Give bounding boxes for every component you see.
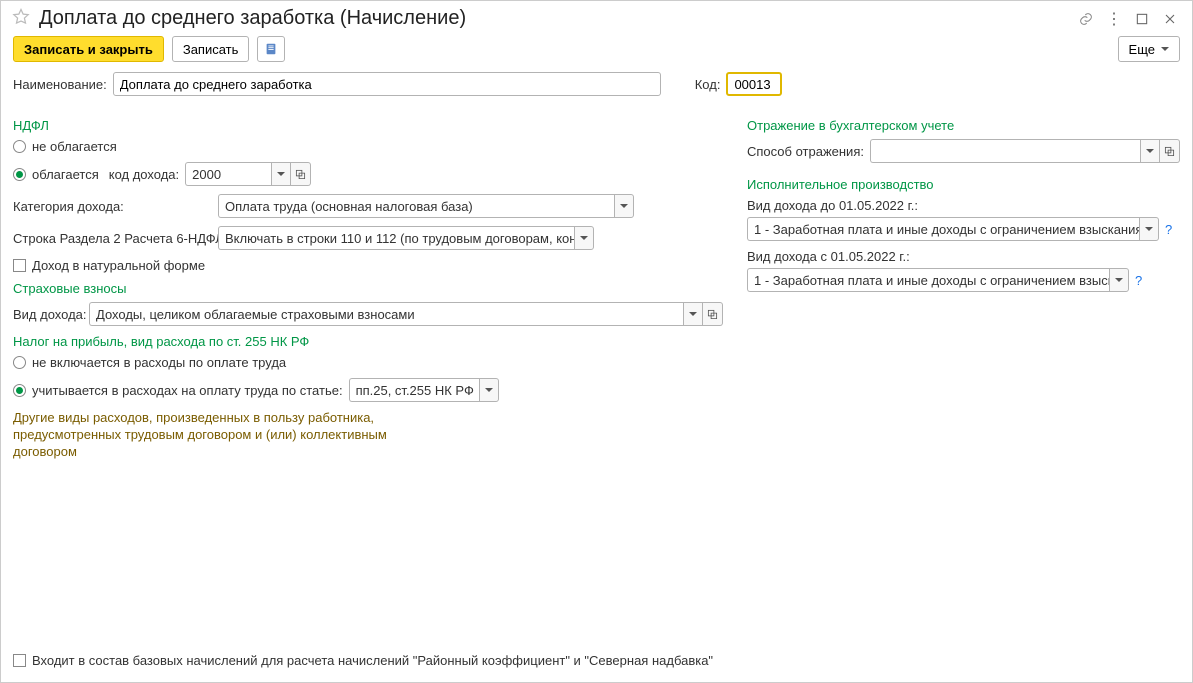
chevron-down-icon[interactable] bbox=[614, 194, 634, 218]
ndfl-category-value: Оплата труда (основная налоговая база) bbox=[218, 194, 614, 218]
enf-before-label: Вид дохода до 01.05.2022 г.: bbox=[747, 198, 918, 213]
enf-section-title: Исполнительное производство bbox=[747, 177, 1180, 192]
ndfl-row2-value: Включать в строки 110 и 112 (по трудовым… bbox=[218, 226, 574, 250]
sv-kind-combo[interactable]: Доходы, целиком облагаемые страховыми вз… bbox=[89, 302, 723, 326]
base-accruals-checkbox[interactable]: Входит в состав базовых начислений для р… bbox=[13, 653, 713, 668]
ndfl-category-label: Категория дохода: bbox=[13, 199, 218, 214]
ndfl-code-label: код дохода: bbox=[109, 167, 179, 182]
ndfl-category-combo[interactable]: Оплата труда (основная налоговая база) bbox=[218, 194, 634, 218]
help-icon[interactable]: ? bbox=[1165, 222, 1172, 237]
ndfl-code-combo[interactable]: 2000 bbox=[185, 162, 311, 186]
ndfl-none-label: не облагается bbox=[32, 139, 117, 154]
more-button[interactable]: Еще bbox=[1118, 36, 1180, 62]
open-ref-icon[interactable] bbox=[703, 302, 723, 326]
chevron-down-icon[interactable] bbox=[479, 378, 499, 402]
ndfl-row2-combo[interactable]: Включать в строки 110 и 112 (по трудовым… bbox=[218, 226, 594, 250]
ndfl-code-value: 2000 bbox=[185, 162, 271, 186]
enf-after-label: Вид дохода с 01.05.2022 г.: bbox=[747, 249, 910, 264]
report-button[interactable] bbox=[257, 36, 285, 62]
ndfl-natural-checkbox[interactable]: Доход в натуральной форме bbox=[13, 258, 205, 273]
np-section-title: Налог на прибыль, вид расхода по ст. 255… bbox=[13, 334, 723, 349]
open-ref-icon[interactable] bbox=[291, 162, 311, 186]
name-input[interactable] bbox=[113, 72, 661, 96]
chevron-down-icon[interactable] bbox=[1140, 139, 1160, 163]
chevron-down-icon[interactable] bbox=[574, 226, 594, 250]
acc-section-title: Отражение в бухгалтерском учете bbox=[747, 118, 1180, 133]
ndfl-row2-label: Строка Раздела 2 Расчета 6-НДФЛ: bbox=[13, 231, 218, 246]
close-icon[interactable] bbox=[1162, 11, 1178, 27]
window-title: Доплата до среднего заработка (Начислени… bbox=[39, 7, 1078, 30]
np-include-radio[interactable]: учитывается в расходах на оплату труда п… bbox=[13, 383, 343, 398]
chevron-down-icon[interactable] bbox=[683, 302, 703, 326]
ndfl-natural-label: Доход в натуральной форме bbox=[32, 258, 205, 273]
open-ref-icon[interactable] bbox=[1160, 139, 1180, 163]
chevron-down-icon[interactable] bbox=[271, 162, 291, 186]
np-note: Другие виды расходов, произведенных в по… bbox=[13, 410, 393, 461]
acc-method-label: Способ отражения: bbox=[747, 144, 864, 159]
np-article-value: пп.25, ст.255 НК РФ bbox=[349, 378, 479, 402]
link-icon[interactable] bbox=[1078, 11, 1094, 27]
chevron-down-icon[interactable] bbox=[1139, 217, 1159, 241]
name-label: Наименование: bbox=[13, 77, 107, 92]
code-label: Код: bbox=[695, 77, 721, 92]
enf-before-combo[interactable]: 1 - Заработная плата и иные доходы с огр… bbox=[747, 217, 1159, 241]
save-and-close-button[interactable]: Записать и закрыть bbox=[13, 36, 164, 62]
enf-after-combo[interactable]: 1 - Заработная плата и иные доходы с огр… bbox=[747, 268, 1129, 292]
ndfl-section-title: НДФЛ bbox=[13, 118, 723, 133]
chevron-down-icon[interactable] bbox=[1109, 268, 1129, 292]
code-input[interactable] bbox=[726, 72, 782, 96]
enf-after-value: 1 - Заработная плата и иные доходы с огр… bbox=[747, 268, 1109, 292]
enf-before-value: 1 - Заработная плата и иные доходы с огр… bbox=[747, 217, 1139, 241]
help-icon[interactable]: ? bbox=[1135, 273, 1142, 288]
sv-kind-value: Доходы, целиком облагаемые страховыми вз… bbox=[89, 302, 683, 326]
np-none-label: не включается в расходы по оплате труда bbox=[32, 355, 286, 370]
kebab-menu-icon[interactable] bbox=[1106, 11, 1122, 27]
np-none-radio[interactable]: не включается в расходы по оплате труда bbox=[13, 355, 286, 370]
acc-method-value bbox=[870, 139, 1140, 163]
maximize-icon[interactable] bbox=[1134, 11, 1150, 27]
sv-section-title: Страховые взносы bbox=[13, 281, 723, 296]
ndfl-none-radio[interactable]: не облагается bbox=[13, 139, 117, 154]
save-button[interactable]: Записать bbox=[172, 36, 250, 62]
ndfl-taxable-label: облагается bbox=[32, 167, 99, 182]
np-include-label: учитывается в расходах на оплату труда п… bbox=[32, 383, 343, 398]
np-article-combo[interactable]: пп.25, ст.255 НК РФ bbox=[349, 378, 499, 402]
ndfl-taxable-radio[interactable]: облагается bbox=[13, 167, 99, 182]
acc-method-combo[interactable] bbox=[870, 139, 1180, 163]
favorite-star-icon[interactable] bbox=[11, 7, 31, 30]
sv-kind-label: Вид дохода: bbox=[13, 307, 87, 322]
base-accruals-label: Входит в состав базовых начислений для р… bbox=[32, 653, 713, 668]
